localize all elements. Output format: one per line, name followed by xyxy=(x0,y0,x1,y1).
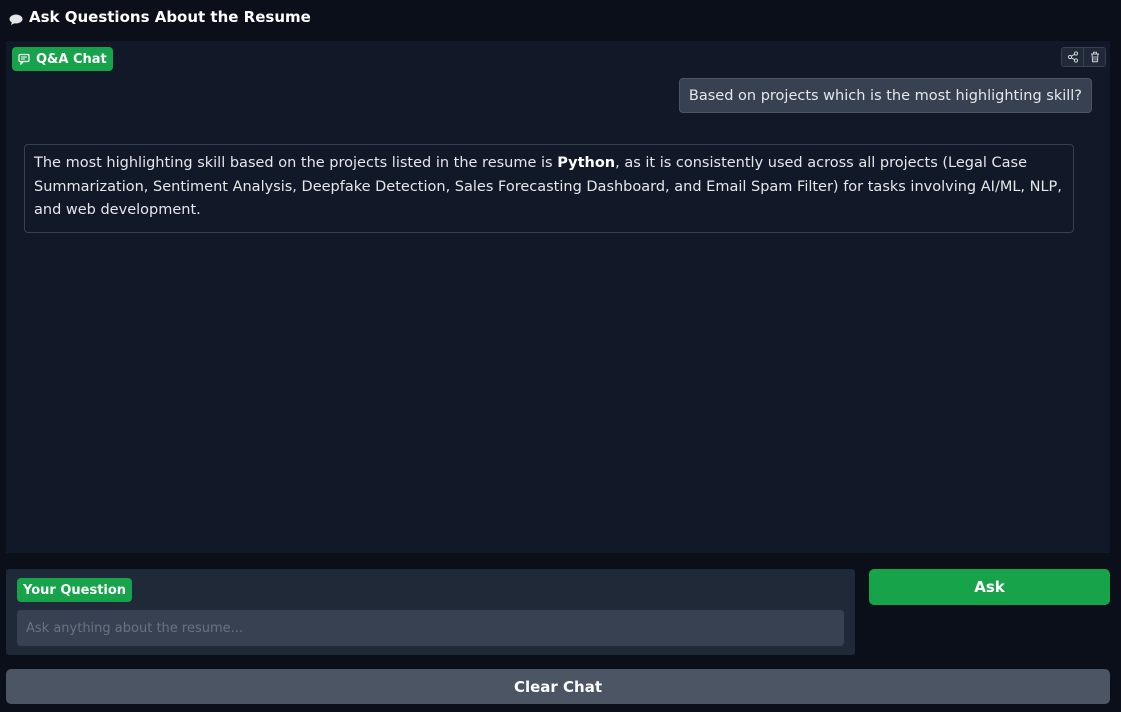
section-heading: Ask Questions About the Resume xyxy=(9,6,311,28)
assistant-text-before: The most highlighting skill based on the… xyxy=(34,155,558,171)
app-root: Ask Questions About the Resume Q&A Chat xyxy=(0,0,1121,712)
share-button[interactable] xyxy=(1062,48,1083,66)
chat-icon xyxy=(18,53,30,66)
trash-icon xyxy=(1089,48,1101,66)
chat-toolbar xyxy=(1061,47,1106,67)
user-message: Based on projects which is the most high… xyxy=(678,78,1092,113)
share-icon xyxy=(1067,48,1079,66)
question-label: Your Question xyxy=(17,578,133,602)
assistant-message: The most highlighting skill based on the… xyxy=(24,144,1074,233)
clear-chat-button[interactable]: Clear Chat xyxy=(6,669,1110,704)
clear-history-button[interactable] xyxy=(1083,48,1105,66)
heading-title: Ask Questions About the Resume xyxy=(29,8,311,26)
assistant-text-bold: Python xyxy=(557,155,616,171)
chat-label: Q&A Chat xyxy=(12,47,113,71)
ask-button[interactable]: Ask xyxy=(869,569,1110,605)
question-panel: Your Question xyxy=(6,569,855,655)
question-input[interactable] xyxy=(17,610,844,646)
user-message-text: Based on projects which is the most high… xyxy=(688,87,1082,104)
speech-bubble-icon xyxy=(9,12,23,25)
chat-panel: Q&A Chat Based on projects which is the … xyxy=(6,41,1110,553)
chat-label-text: Q&A Chat xyxy=(36,51,107,67)
